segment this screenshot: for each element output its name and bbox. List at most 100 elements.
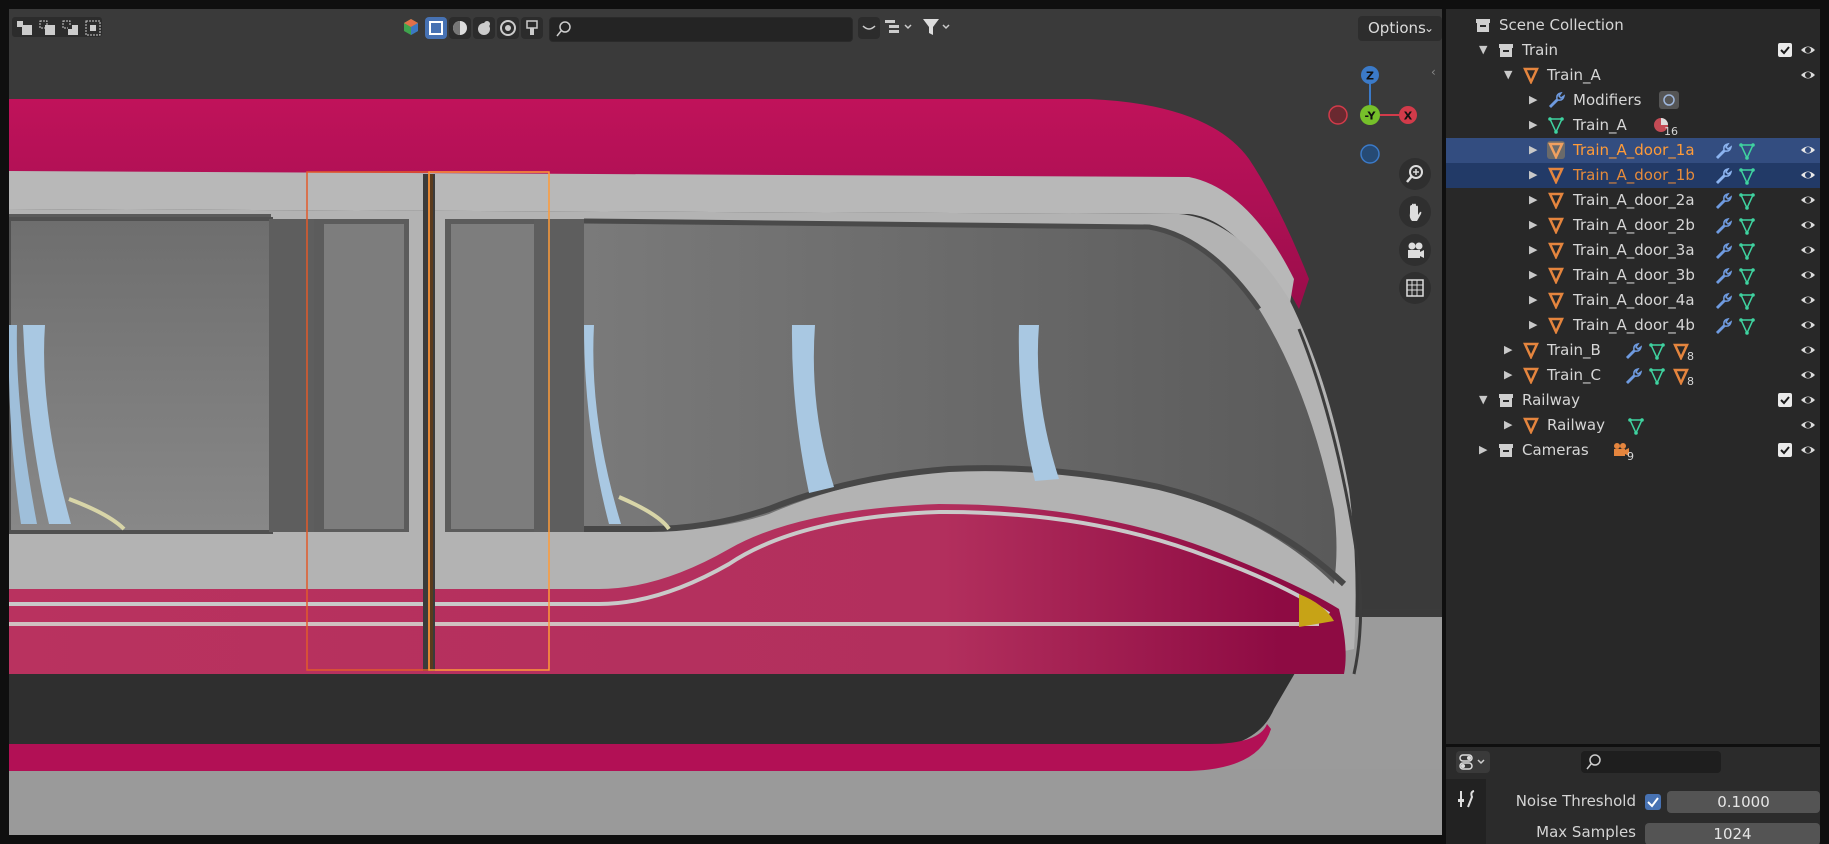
expand-triangle-icon[interactable]: ▶	[1529, 168, 1537, 181]
overlay-icon[interactable]	[858, 17, 880, 39]
noise-threshold-field[interactable]: 0.1000	[1667, 791, 1820, 813]
outliner-label: Cameras	[1522, 441, 1589, 459]
expand-triangle-icon[interactable]: ▶	[1479, 443, 1487, 456]
eye-icon[interactable]	[1800, 167, 1816, 183]
properties-panel: Noise Threshold 0.1000 Max Samples 1024	[1446, 747, 1820, 844]
sidebar-toggle-icon[interactable]: ‹	[1431, 65, 1436, 79]
expand-triangle-icon[interactable]: ▶	[1504, 343, 1512, 356]
expand-triangle-icon[interactable]: ▶	[1529, 118, 1537, 131]
viewport-search-input[interactable]	[549, 17, 853, 42]
exclude-checkbox[interactable]	[1778, 443, 1792, 457]
train-scene[interactable]	[9, 9, 1442, 835]
eye-icon[interactable]	[1800, 217, 1816, 233]
outliner-row-door-1b[interactable]: ▶ Train_A_door_1b	[1446, 163, 1820, 188]
tool-settings-icon[interactable]	[1456, 789, 1476, 809]
eye-icon[interactable]	[1800, 367, 1816, 383]
expand-triangle-icon[interactable]: ▶	[1529, 193, 1537, 206]
modifier-subsurf-icon	[1659, 91, 1679, 109]
editor-type-button[interactable]	[1456, 751, 1490, 773]
eye-icon[interactable]	[1800, 67, 1816, 83]
gizmo-y-label: -Y	[1365, 110, 1377, 123]
max-samples-field[interactable]: 1024	[1645, 823, 1820, 844]
zoom-button[interactable]	[1399, 158, 1431, 190]
outliner-row-train[interactable]: ▼ Train	[1446, 38, 1820, 63]
gizmo-colored-icon[interactable]	[401, 17, 421, 37]
select-box-intersect-icon[interactable]	[83, 17, 103, 37]
outliner-row-door-3b[interactable]: ▶ Train_A_door_3b	[1446, 263, 1820, 288]
eye-icon[interactable]	[1800, 317, 1816, 333]
expand-triangle-icon[interactable]: ▶	[1529, 318, 1537, 331]
outliner-row-door-4a[interactable]: ▶ Train_A_door_4a	[1446, 288, 1820, 313]
outliner-row-train-b[interactable]: ▶ Train_B 8	[1446, 338, 1820, 363]
outliner-row-door-1a[interactable]: ▶ Train_A_door_1a	[1446, 138, 1820, 163]
outliner-panel: Scene Collection ▼ Train ▼ Train_A ▶ Mod…	[1446, 9, 1820, 744]
expand-triangle-icon[interactable]: ▶	[1529, 218, 1537, 231]
3d-viewport[interactable]: Options ⌄ Z X -Y ‹	[9, 9, 1442, 835]
paint-icon[interactable]	[521, 17, 543, 39]
outliner-row-scene-collection[interactable]: Scene Collection	[1446, 13, 1820, 38]
camera-view-button[interactable]	[1399, 234, 1431, 266]
select-box-extend-icon[interactable]	[37, 17, 57, 37]
gizmo-neg-x-axis[interactable]	[1328, 105, 1348, 125]
outliner-row-cameras[interactable]: ▶ Cameras 9	[1446, 438, 1820, 463]
eye-icon[interactable]	[1800, 192, 1816, 208]
eye-icon[interactable]	[1800, 417, 1816, 433]
outliner-row-modifiers[interactable]: ▶ Modifiers	[1446, 88, 1820, 113]
pan-button[interactable]	[1399, 196, 1431, 228]
outliner-row-door-3a[interactable]: ▶ Train_A_door_3a	[1446, 238, 1820, 263]
noise-threshold-checkbox[interactable]	[1645, 794, 1661, 810]
expand-triangle-icon[interactable]: ▼	[1479, 43, 1487, 56]
expand-triangle-icon[interactable]: ▶	[1529, 268, 1537, 281]
wrench-icon	[1715, 317, 1732, 335]
shading-material-icon[interactable]	[473, 17, 495, 39]
outliner-label: Train_A	[1547, 66, 1601, 84]
wrench-icon	[1715, 292, 1732, 310]
expand-triangle-icon[interactable]: ▶	[1504, 418, 1512, 431]
perspective-toggle-button[interactable]	[1399, 272, 1431, 304]
exclude-checkbox[interactable]	[1778, 393, 1792, 407]
expand-triangle-icon[interactable]: ▶	[1529, 243, 1537, 256]
object-icon	[1548, 267, 1564, 284]
shading-rendered-icon[interactable]	[497, 17, 519, 39]
chevron-down-icon: ⌄	[1423, 21, 1434, 35]
material-count-badge: 16	[1664, 125, 1678, 138]
shading-solid-icon[interactable]	[425, 17, 447, 39]
wrench-icon	[1715, 192, 1732, 210]
eye-icon[interactable]	[1800, 392, 1816, 408]
gizmo-neg-z-axis[interactable]	[1360, 144, 1380, 164]
filter-icon[interactable]	[921, 17, 955, 37]
eye-icon[interactable]	[1800, 142, 1816, 158]
eye-icon[interactable]	[1800, 292, 1816, 308]
expand-triangle-icon[interactable]: ▼	[1479, 393, 1487, 406]
mesh-data-icon	[1739, 193, 1755, 210]
exclude-checkbox[interactable]	[1778, 43, 1792, 57]
expand-triangle-icon[interactable]: ▶	[1529, 143, 1537, 156]
select-box-subtract-icon[interactable]	[60, 17, 80, 37]
eye-icon[interactable]	[1800, 242, 1816, 258]
expand-triangle-icon[interactable]: ▶	[1529, 93, 1537, 106]
outliner-row-railway-collection[interactable]: ▼ Railway	[1446, 388, 1820, 413]
outliner-row-train-c[interactable]: ▶ Train_C 8	[1446, 363, 1820, 388]
navigation-gizmo[interactable]: Z X -Y	[1319, 54, 1429, 169]
display-mode-icon[interactable]	[883, 17, 917, 37]
expand-triangle-icon[interactable]: ▶	[1504, 368, 1512, 381]
eye-icon[interactable]	[1800, 267, 1816, 283]
outliner-row-door-4b[interactable]: ▶ Train_A_door_4b	[1446, 313, 1820, 338]
outliner-label: Train_A_door_4b	[1573, 316, 1695, 334]
zoom-icon	[1406, 165, 1423, 183]
properties-search-input[interactable]	[1581, 751, 1721, 773]
eye-icon[interactable]	[1800, 42, 1816, 58]
mesh-data-icon	[1739, 168, 1755, 185]
outliner-row-train-a[interactable]: ▼ Train_A	[1446, 63, 1820, 88]
outliner-row-train-a-mesh[interactable]: ▶ Train_A 16	[1446, 113, 1820, 138]
eye-icon[interactable]	[1800, 342, 1816, 358]
expand-triangle-icon[interactable]: ▶	[1529, 293, 1537, 306]
outliner-row-door-2a[interactable]: ▶ Train_A_door_2a	[1446, 188, 1820, 213]
select-box-new-icon[interactable]	[14, 17, 34, 37]
eye-icon[interactable]	[1800, 442, 1816, 458]
options-button[interactable]: Options ⌄	[1358, 16, 1442, 41]
outliner-row-door-2b[interactable]: ▶ Train_A_door_2b	[1446, 213, 1820, 238]
shading-wireframe-icon[interactable]	[449, 17, 471, 39]
outliner-row-railway-object[interactable]: ▶ Railway	[1446, 413, 1820, 438]
expand-triangle-icon[interactable]: ▼	[1504, 68, 1512, 81]
